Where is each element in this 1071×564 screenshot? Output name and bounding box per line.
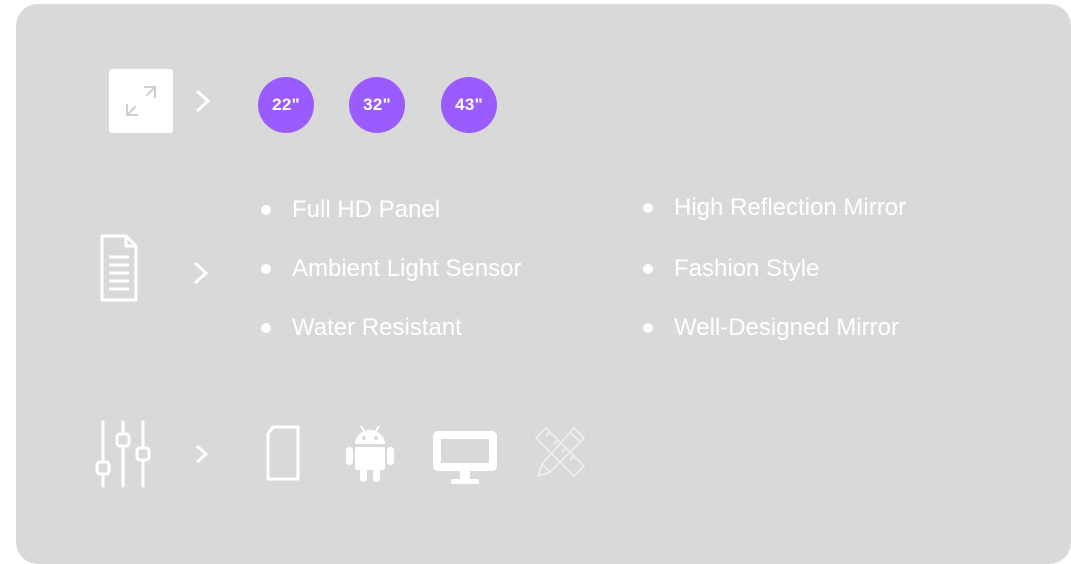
monitor-icon: [433, 431, 497, 484]
expand-icon: [109, 69, 173, 133]
feature-label: Full HD Panel: [292, 196, 441, 223]
feature-item: Full HD Panel: [261, 196, 440, 224]
chevron-right-icon: [195, 89, 211, 113]
feature-item: High Reflection Mirror: [643, 194, 906, 222]
bullet-icon: [643, 264, 653, 274]
feature-label: Ambient Light Sensor: [292, 255, 522, 282]
feature-item: Water Resistant: [261, 314, 462, 342]
bullet-icon: [261, 323, 271, 333]
bullet-icon: [643, 323, 653, 333]
feature-label: Water Resistant: [292, 314, 462, 341]
bullet-icon: [261, 205, 271, 215]
bullet-icon: [261, 264, 271, 274]
sd-card-icon: [266, 425, 300, 481]
chevron-right-icon: [196, 444, 209, 464]
size-badge-22[interactable]: 22": [258, 77, 314, 133]
size-badge-32[interactable]: 32": [349, 77, 405, 133]
ruler-pencil-icon: [535, 427, 585, 477]
bullet-icon: [643, 203, 653, 213]
feature-item: Fashion Style: [643, 255, 819, 283]
feature-item: Ambient Light Sensor: [261, 255, 521, 283]
feature-label: Well-Designed Mirror: [674, 314, 899, 341]
feature-item: Well-Designed Mirror: [643, 314, 899, 342]
android-icon: [346, 425, 394, 482]
feature-label: High Reflection Mirror: [674, 194, 907, 221]
size-badge-43[interactable]: 43": [441, 77, 497, 133]
sliders-icon: [95, 420, 151, 488]
spec-card: 22" 32" 43" Full HD Panel Ambient Light …: [16, 4, 1071, 564]
feature-label: Fashion Style: [674, 255, 820, 282]
chevron-right-icon: [193, 261, 209, 285]
document-icon: [100, 234, 138, 302]
